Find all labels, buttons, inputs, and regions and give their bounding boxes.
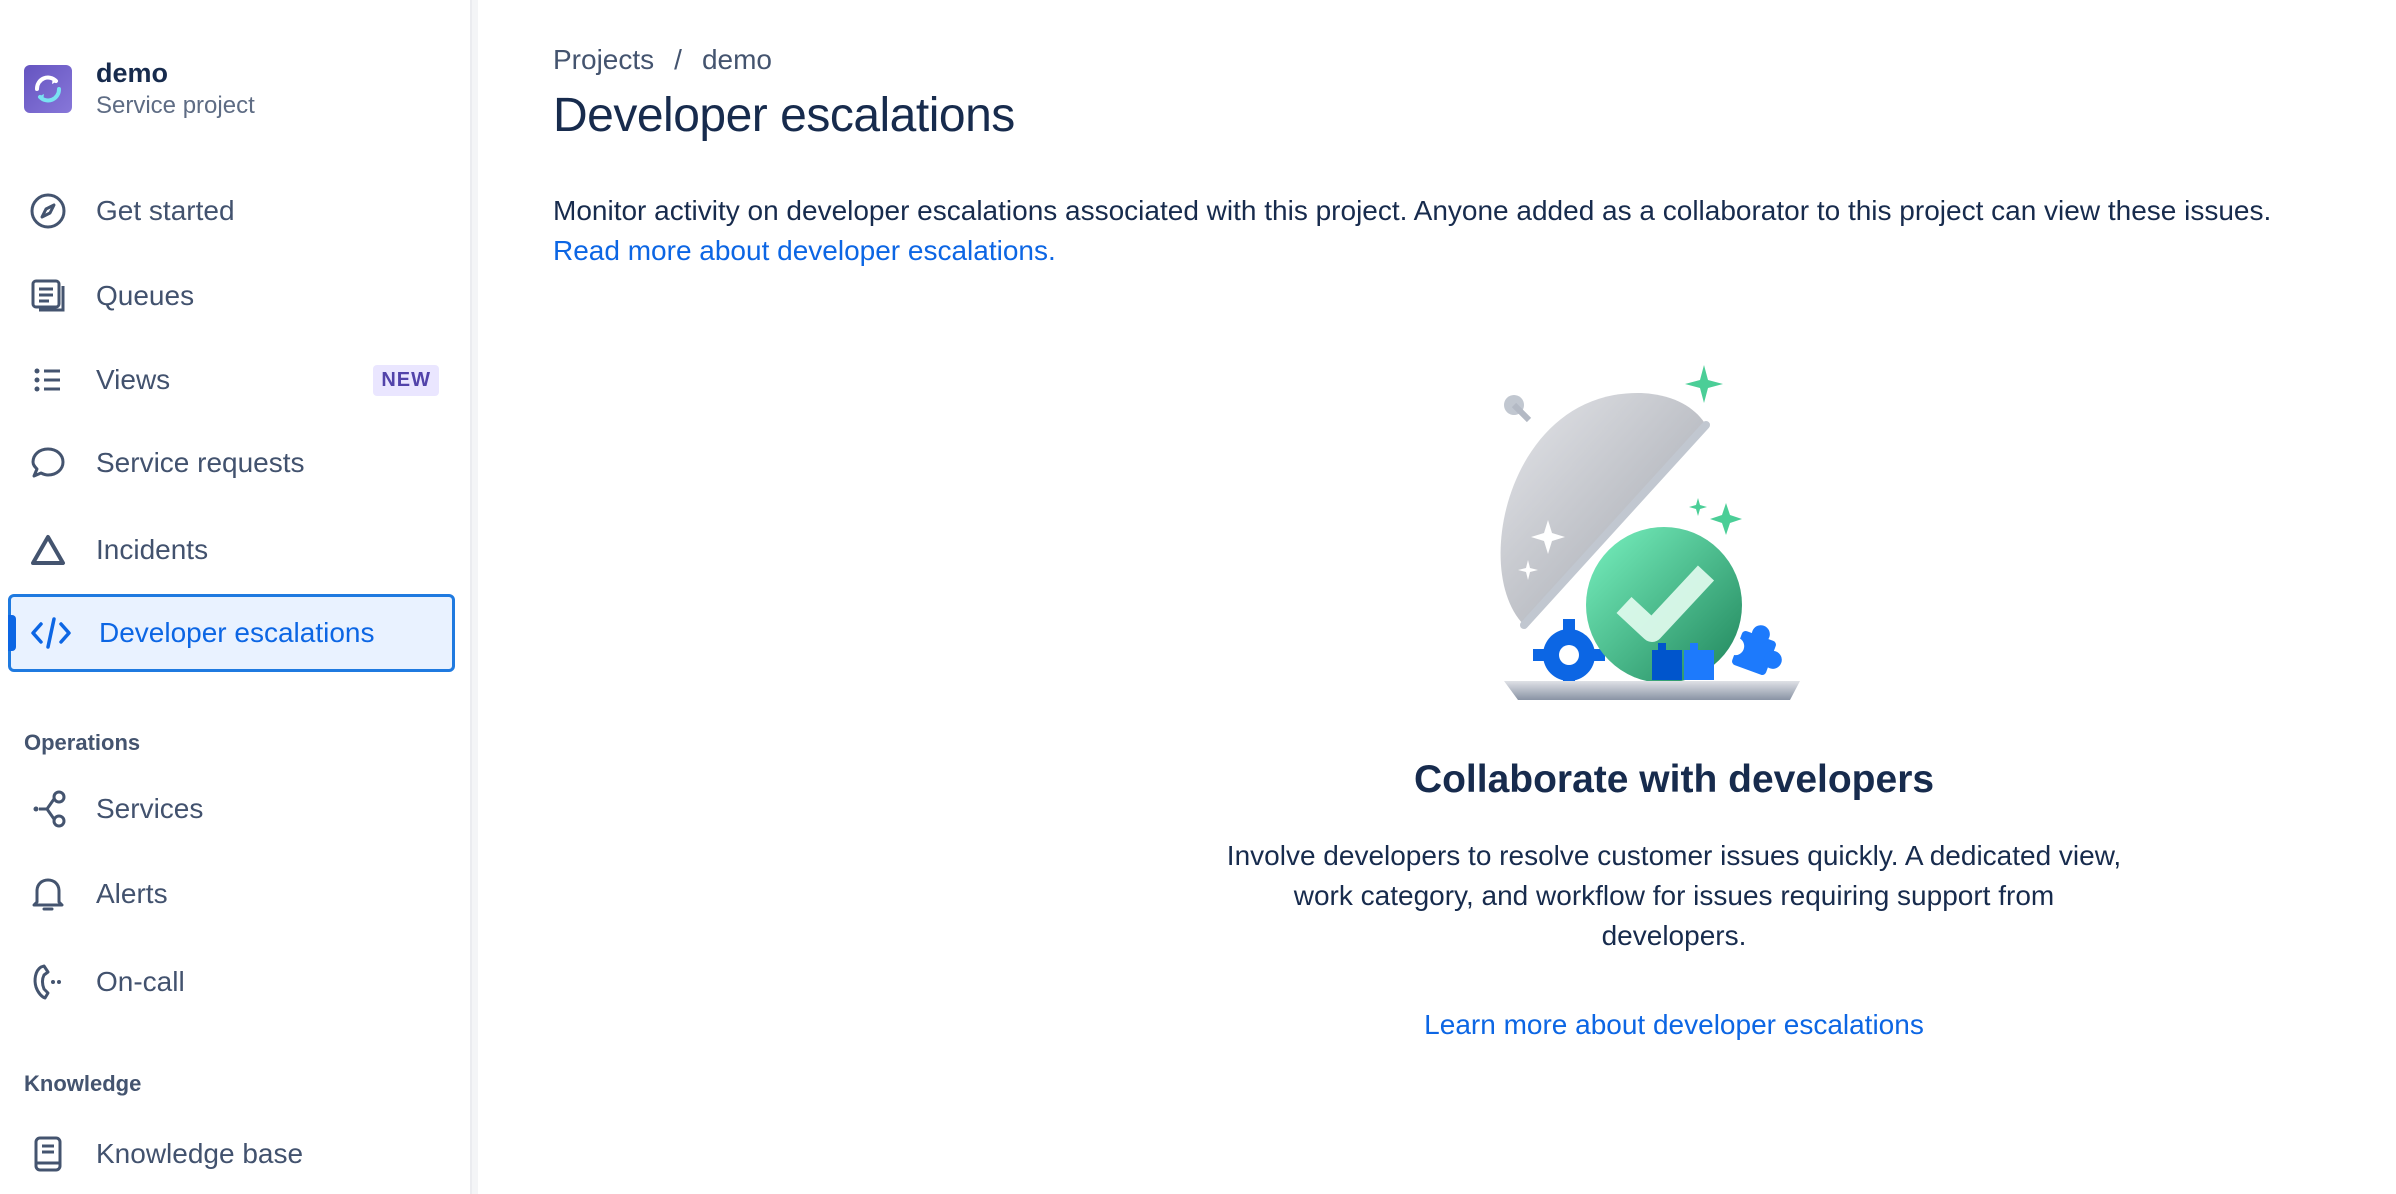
sidebar-resize-handle[interactable] bbox=[470, 0, 478, 1194]
page-title: Developer escalations bbox=[553, 89, 1015, 142]
compass-icon bbox=[24, 187, 72, 235]
project-name: demo bbox=[96, 58, 169, 88]
sidebar-item-label: Developer escalations bbox=[99, 617, 375, 648]
sidebar-item-label: Knowledge base bbox=[96, 1138, 304, 1169]
sidebar-item-alerts[interactable]: Alerts bbox=[8, 855, 455, 933]
cloche-checkmark-illustration bbox=[1484, 355, 1864, 715]
breadcrumb-separator: / bbox=[674, 44, 682, 75]
sidebar-item-views[interactable]: Views NEW bbox=[8, 341, 455, 419]
sidebar-item-label: On-call bbox=[96, 966, 185, 997]
breadcrumb: Projects / demo bbox=[553, 44, 772, 76]
project-avatar bbox=[24, 65, 72, 113]
sidebar-item-label: Queues bbox=[96, 280, 195, 311]
read-more-link[interactable]: Read more about developer escalations. bbox=[553, 231, 1056, 271]
sidebar-item-services[interactable]: Services bbox=[8, 770, 455, 848]
sidebar-item-service-requests[interactable]: Service requests bbox=[8, 424, 455, 502]
sidebar-item-label: Get started bbox=[96, 195, 235, 226]
empty-state-title: Collaborate with developers bbox=[1413, 758, 1935, 801]
empty-state-description: Involve developers to resolve customer i… bbox=[1226, 840, 2122, 951]
sidebar-item-oncall[interactable]: On-call bbox=[8, 943, 455, 1021]
sidebar-item-queues[interactable]: Queues bbox=[8, 257, 455, 335]
new-badge: NEW bbox=[373, 364, 439, 396]
sidebar-item-label: Service requests bbox=[96, 447, 305, 478]
queues-icon bbox=[24, 272, 72, 320]
services-icon bbox=[24, 785, 72, 833]
phone-icon bbox=[24, 958, 72, 1006]
sidebar-item-label: Services bbox=[96, 793, 204, 824]
list-icon bbox=[24, 356, 72, 404]
knowledge-base-icon bbox=[24, 1130, 72, 1178]
sidebar-item-incidents[interactable]: Incidents bbox=[8, 511, 455, 589]
speech-bubble-icon bbox=[24, 439, 72, 487]
sidebar-item-knowledge-base[interactable]: Knowledge base bbox=[8, 1115, 455, 1193]
sidebar-item-label: Views bbox=[96, 364, 171, 395]
learn-more-link[interactable]: Learn more about developer escalations bbox=[1104, 1009, 2244, 1041]
sidebar-item-developer-escalations[interactable]: Developer escalations bbox=[8, 594, 455, 672]
triangle-icon bbox=[24, 526, 72, 574]
breadcrumb-projects[interactable]: Projects bbox=[553, 44, 654, 76]
bell-icon bbox=[24, 870, 72, 918]
project-header[interactable]: demo Service project bbox=[24, 56, 255, 122]
sidebar-item-label: Incidents bbox=[96, 534, 209, 565]
sidebar: demo Service project Get started Queues … bbox=[0, 0, 470, 1194]
sidebar-item-label: Alerts bbox=[96, 878, 168, 909]
page-description: Monitor activity on developer escalation… bbox=[553, 195, 2272, 226]
code-icon bbox=[27, 609, 75, 657]
project-type: Service project bbox=[96, 92, 255, 119]
section-title-knowledge: Knowledge bbox=[24, 1071, 142, 1096]
sidebar-item-get-started[interactable]: Get started bbox=[8, 172, 455, 250]
breadcrumb-demo[interactable]: demo bbox=[702, 44, 772, 76]
section-title-operations: Operations bbox=[24, 730, 141, 755]
